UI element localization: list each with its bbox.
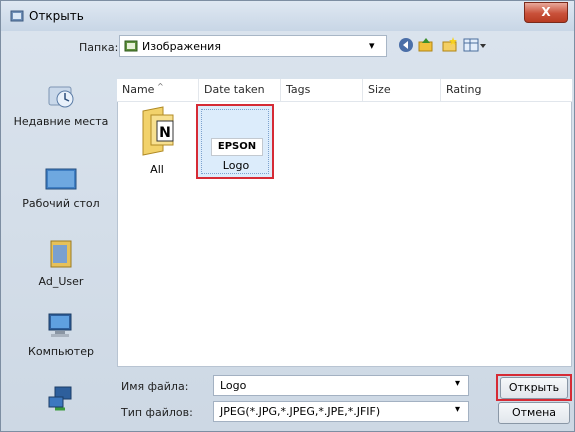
place-network[interactable] [7, 385, 115, 417]
open-dialog-icon [10, 10, 24, 22]
user-folder-icon [50, 240, 72, 268]
open-button[interactable]: Открыть [500, 377, 568, 399]
window-title: Открыть [29, 9, 84, 23]
column-headers: Name ^ Date taken Tags Size Rating [117, 79, 572, 102]
places-bar: Недавние места Рабочий стол Ad_User Комп… [7, 67, 115, 423]
column-name[interactable]: Name ^ [117, 79, 199, 101]
recent-places-icon [48, 86, 74, 108]
svg-text:N: N [159, 125, 171, 141]
pictures-folder-icon [124, 40, 138, 52]
file-item-logo[interactable]: EPSON Logo [196, 104, 274, 179]
place-user[interactable]: Ad_User [7, 235, 115, 288]
column-rating[interactable]: Rating [441, 79, 572, 101]
column-tags[interactable]: Tags [281, 79, 363, 101]
cancel-button[interactable]: Отмена [498, 402, 570, 424]
place-computer[interactable]: Компьютер [7, 311, 115, 358]
column-size[interactable]: Size [363, 79, 441, 101]
computer-icon [48, 313, 72, 337]
desktop-icon [45, 168, 77, 190]
title-bar[interactable]: Открыть X [1, 1, 574, 31]
open-file-dialog: Открыть X Папка: Изображения ▾ Недавние … [0, 0, 575, 432]
sort-ascending-icon: ^ [157, 82, 164, 91]
file-name: Logo [222, 159, 250, 172]
place-label: Рабочий стол [22, 197, 100, 210]
filename-label: Имя файла: [121, 380, 189, 393]
network-icon [48, 386, 72, 411]
folder-icon: N [142, 106, 174, 156]
selection-focus: EPSON Logo [201, 109, 269, 174]
column-date-taken[interactable]: Date taken [199, 79, 281, 101]
current-folder: Изображения [142, 40, 221, 53]
file-name: All [150, 163, 164, 176]
image-thumbnail: EPSON [211, 138, 263, 156]
place-label: Компьютер [28, 345, 94, 358]
folder-label: Папка: [79, 41, 119, 54]
file-list[interactable] [117, 79, 572, 367]
filename-input[interactable]: Logo ▾ [213, 375, 469, 396]
folder-dropdown[interactable]: Изображения [119, 35, 387, 57]
back-icon[interactable] [397, 36, 415, 54]
filetype-label: Тип файлов: [121, 406, 193, 419]
place-label: Недавние места [13, 115, 109, 128]
chevron-down-icon[interactable]: ▾ [455, 404, 460, 415]
open-button-highlight: Открыть [496, 374, 572, 401]
place-label: Ad_User [38, 275, 84, 288]
file-item-all[interactable]: N All [129, 105, 185, 176]
place-desktop[interactable]: Рабочий стол [7, 167, 115, 210]
chevron-down-icon[interactable]: ▾ [455, 378, 460, 389]
place-recent[interactable]: Недавние места [7, 81, 115, 128]
filetype-select[interactable]: JPEG(*.JPG,*.JPEG,*.JPE,*.JFIF) ▾ [213, 401, 469, 422]
chevron-down-icon[interactable]: ▾ [369, 39, 375, 52]
new-folder-icon[interactable] [441, 36, 459, 54]
view-menu-icon[interactable] [463, 36, 487, 54]
up-folder-icon[interactable] [417, 36, 435, 54]
close-button[interactable]: X [524, 2, 568, 23]
